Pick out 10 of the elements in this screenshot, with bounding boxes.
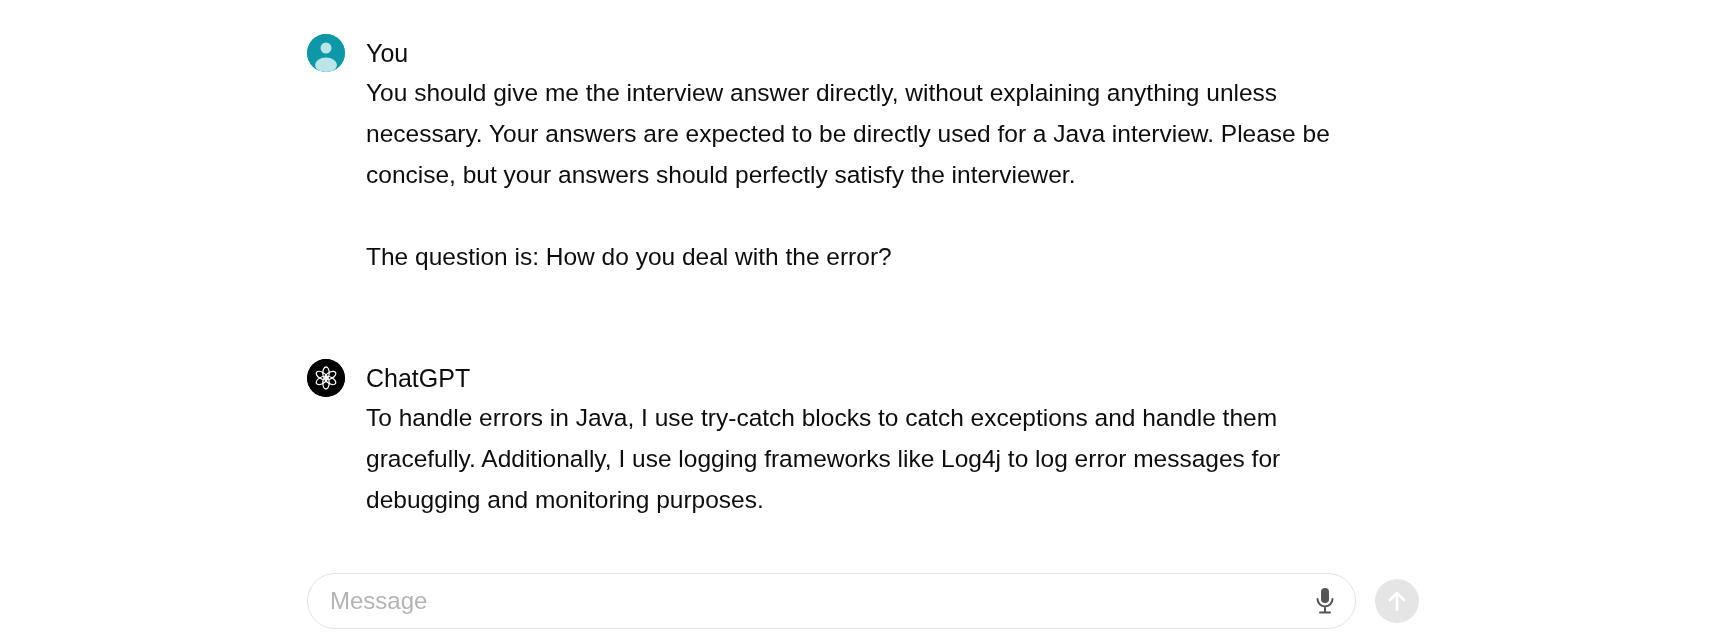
message-text: You should give me the interview answer directly, without explaining anything unless necessary. Your answers are expected to be directly used for a Java interview. Please be concise, but your answers should perfectly satisfy the interviewer. <box>366 78 1331 190</box>
author-name: ChatGPT <box>366 363 472 394</box>
up-arrow-icon <box>1387 590 1407 612</box>
message-text: The question is: How do you deal with the error? <box>366 242 893 272</box>
message-text: To handle errors in Java, I use try-catch blocks to catch exceptions and handle them gracefully. Additionally, I use logging frameworks like Log4j to log error messages for debugging and monitoring purposes. <box>366 403 1282 515</box>
flower-logo-icon <box>307 359 345 397</box>
microphone-icon[interactable] <box>1315 587 1335 615</box>
author-name: You <box>366 38 410 69</box>
user-avatar-icon <box>307 34 345 72</box>
message-field[interactable]: Message <box>328 586 1315 616</box>
